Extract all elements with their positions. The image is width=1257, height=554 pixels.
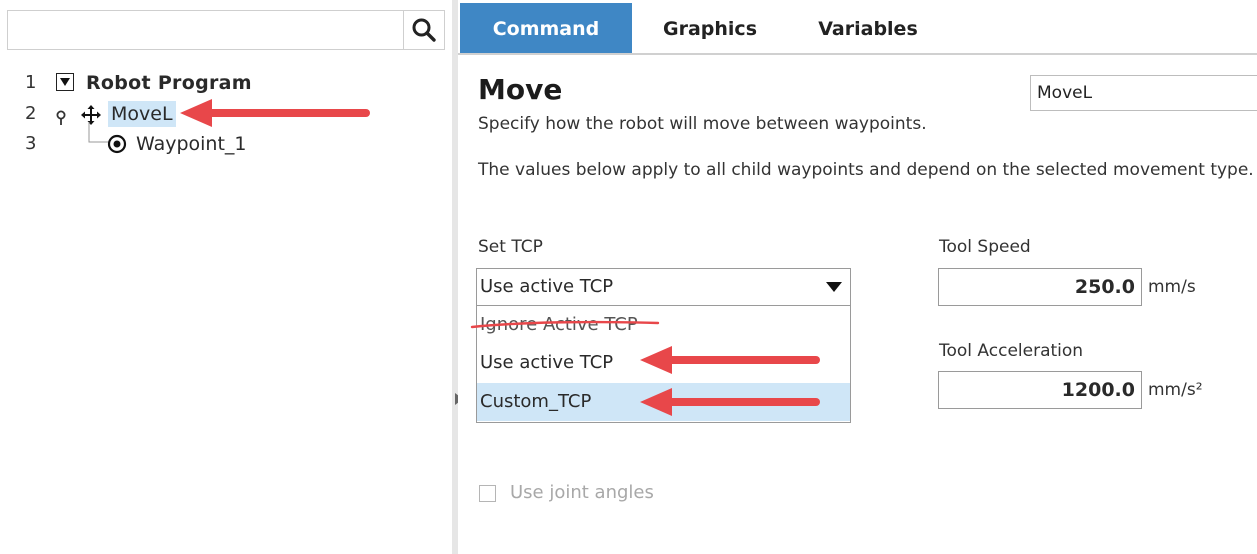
page-title: Move bbox=[478, 73, 563, 106]
page-subtitle: Specify how the robot will move between … bbox=[478, 114, 927, 134]
tool-acceleration-unit: mm/s² bbox=[1148, 380, 1203, 400]
tool-acceleration-field[interactable]: 1200.0 bbox=[938, 371, 1142, 409]
command-panel: Command Graphics Variables Move MoveL Sp… bbox=[458, 0, 1257, 554]
tree-label-robot-program: Robot Program bbox=[86, 72, 252, 94]
tool-speed-label: Tool Speed bbox=[939, 237, 1031, 257]
tree-row-waypoint-1[interactable]: 3 Waypoint_1 bbox=[0, 122, 452, 158]
tab-variables[interactable]: Variables bbox=[788, 3, 948, 53]
annotation-arrow bbox=[180, 99, 370, 127]
tab-bar: Command Graphics Variables bbox=[458, 3, 1257, 55]
movement-note: The values below apply to all child wayp… bbox=[478, 160, 1254, 180]
search-button[interactable] bbox=[403, 10, 445, 50]
use-joint-angles-checkbox[interactable] bbox=[479, 485, 496, 502]
set-tcp-selected-value: Use active TCP bbox=[480, 276, 614, 297]
search-input[interactable] bbox=[7, 10, 403, 50]
strikethrough-mark bbox=[470, 320, 660, 329]
tree-row-robot-program[interactable]: 1 Robot Program bbox=[0, 69, 452, 97]
search-icon bbox=[412, 18, 436, 42]
line-number: 2 bbox=[25, 103, 37, 124]
tree-label-waypoint-1: Waypoint_1 bbox=[136, 133, 247, 155]
use-joint-angles-label: Use joint angles bbox=[510, 482, 654, 503]
waypoint-target-icon bbox=[107, 134, 127, 162]
tool-speed-unit: mm/s bbox=[1148, 277, 1196, 297]
set-tcp-label: Set TCP bbox=[478, 237, 543, 257]
tool-acceleration-label: Tool Acceleration bbox=[939, 341, 1084, 361]
set-tcp-select[interactable]: Use active TCP bbox=[476, 268, 851, 306]
chevron-down-icon bbox=[826, 282, 842, 292]
tool-speed-field[interactable]: 250.0 bbox=[938, 268, 1142, 306]
tab-command[interactable]: Command bbox=[460, 3, 632, 53]
tab-graphics[interactable]: Graphics bbox=[632, 3, 788, 53]
annotation-arrow bbox=[640, 388, 820, 416]
program-tree-panel: 1 Robot Program 2 MoveL 3 Waypoint_1 bbox=[0, 0, 452, 554]
annotation-arrow bbox=[640, 346, 820, 374]
expand-triangle-icon[interactable] bbox=[56, 73, 74, 91]
node-name-field[interactable]: MoveL bbox=[1030, 75, 1257, 111]
line-number: 1 bbox=[25, 72, 37, 93]
tree-label-movel: MoveL bbox=[108, 101, 176, 127]
line-number: 3 bbox=[25, 133, 37, 154]
